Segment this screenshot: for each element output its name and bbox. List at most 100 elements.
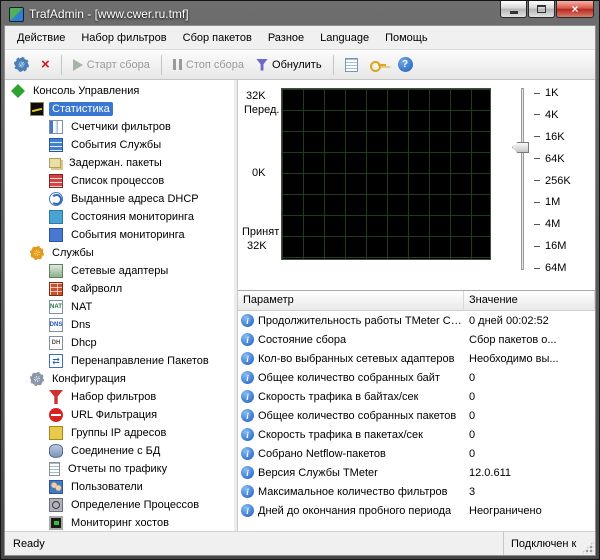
scale-label: 64M	[545, 262, 566, 274]
help-button[interactable]: ?	[393, 54, 418, 75]
table-row[interactable]: iОбщее количество собранных пакетов0	[238, 406, 595, 425]
table-row[interactable]: iСостояние сбораСбор пакетов о...	[238, 330, 595, 349]
param-text: Дней до окончания пробного периода	[258, 505, 451, 517]
info-icon: i	[241, 333, 254, 346]
tree-item-filter-set[interactable]: Набор фильтров	[5, 388, 234, 406]
upload-axis-label: Перед.	[244, 104, 280, 116]
rules-button[interactable]	[340, 55, 363, 75]
tree-item-services[interactable]: Службы	[5, 244, 234, 262]
param-cell: i Состояние сбора	[238, 333, 464, 346]
tree-item-packet-redirect[interactable]: Перенаправление Пакетов	[5, 352, 234, 370]
tree-item-network-adapters[interactable]: Сетевые адаптеры	[5, 262, 234, 280]
menu-item-2[interactable]: Сбор пакетов	[175, 28, 260, 48]
tree-item-users[interactable]: Пользователи	[5, 478, 234, 496]
process-list-icon	[49, 174, 63, 188]
param-text: Общее количество собранных байт	[258, 372, 440, 384]
users-icon	[49, 480, 63, 494]
tree-item-label: Перенаправление Пакетов	[68, 354, 212, 368]
table-row[interactable]: iКол-во выбранных сетевых адаптеровНеобх…	[238, 349, 595, 368]
packet-redirect-icon	[49, 354, 63, 368]
gear-icon	[14, 57, 29, 72]
edit-filters-button[interactable]	[9, 54, 34, 75]
info-icon: i	[241, 390, 254, 403]
window-title: TrafAdmin - [www.cwer.ru.tmf]	[29, 7, 189, 21]
scale-row-4M: 4M	[534, 218, 592, 230]
stop-capture-button[interactable]: Стоп сбора	[168, 56, 249, 74]
traffic-graph: 32K Перед. 0K Принят 32K 1K4K16K64K256K1…	[238, 80, 595, 290]
tree-item-traffic-reports[interactable]: Отчеты по трафику	[5, 460, 234, 478]
start-capture-button[interactable]: Старт сбора	[68, 56, 155, 74]
tree-item-statistics[interactable]: Статистика	[5, 100, 234, 118]
table-row[interactable]: iСобрано Netflow-пакетов0	[238, 444, 595, 463]
table-row[interactable]: iОбщее количество собранных байт0	[238, 368, 595, 387]
tree-item-label: Dns	[68, 318, 94, 332]
table-row[interactable]: iВерсия Службы TMeter12.0.611	[238, 463, 595, 482]
tree-item-process-detection[interactable]: Определение Процессов	[5, 496, 234, 514]
menu-item-0[interactable]: Действие	[9, 28, 73, 48]
start-capture-label: Старт сбора	[87, 59, 150, 71]
tree-item-firewall[interactable]: Файрволл	[5, 280, 234, 298]
tree-item-url-filtering[interactable]: URL Фильтрация	[5, 406, 234, 424]
table-row[interactable]: iДней до окончания пробного периодаНеогр…	[238, 501, 595, 520]
tree-item-label: Статистика	[49, 102, 113, 116]
tree-item-dns[interactable]: Dns	[5, 316, 234, 334]
tree-item-monitoring-states[interactable]: Состояния мониторинга	[5, 208, 234, 226]
close-icon: ×	[571, 2, 578, 16]
scale-slider-handle[interactable]	[512, 142, 529, 153]
tree-item-service-events[interactable]: События Службы	[5, 136, 234, 154]
menu-item-5[interactable]: Помощь	[377, 28, 436, 48]
delayed-packets-icon	[49, 158, 61, 168]
tree-item-filter-counters[interactable]: Счетчики фильтров	[5, 118, 234, 136]
tree-item-process-list[interactable]: Список процессов	[5, 172, 234, 190]
tree-item-ip-groups[interactable]: Группы IP адресов	[5, 424, 234, 442]
table-row[interactable]: iСкорость трафика в байтах/сек0	[238, 387, 595, 406]
column-header-value[interactable]: Значение	[464, 291, 595, 310]
table-row[interactable]: iМаксимальное количество фильтров3	[238, 482, 595, 501]
service-events-icon	[49, 138, 63, 152]
graph-plot	[281, 88, 491, 260]
table-row[interactable]: iПродолжительность работы TMeter Служ...…	[238, 311, 595, 330]
column-header-param[interactable]: Параметр	[238, 291, 464, 310]
tree-item-delayed-packets[interactable]: Задержан. пакеты	[5, 154, 234, 172]
tree-item-nat[interactable]: NAT	[5, 298, 234, 316]
reset-counters-button[interactable]: Обнулить	[251, 56, 327, 74]
table-row[interactable]: iСкорость трафика в пакетах/сек0	[238, 425, 595, 444]
dhcp-icon	[49, 336, 63, 350]
scale-label: 1K	[545, 87, 558, 99]
help-icon: ?	[398, 57, 413, 72]
tree-item-db-connection[interactable]: Соединение с БД	[5, 442, 234, 460]
tree-item-label: Счетчики фильтров	[68, 120, 174, 134]
tree-item-configuration[interactable]: Конфигурация	[5, 370, 234, 388]
delete-button[interactable]: ×	[36, 56, 55, 74]
tree-item-control-console[interactable]: Консоль Управления	[5, 82, 234, 100]
configuration-icon	[30, 372, 44, 386]
maximize-button[interactable]	[528, 1, 555, 18]
menu-item-1[interactable]: Набор фильтров	[73, 28, 174, 48]
dns-icon	[49, 318, 63, 332]
menu-item-4[interactable]: Language	[312, 28, 377, 48]
tree-item-label: Пользователи	[68, 480, 146, 494]
scale-tick	[534, 268, 540, 269]
minimize-button[interactable]	[500, 1, 527, 18]
tree-item-label: Конфигурация	[49, 372, 129, 386]
tree-item-label: События Службы	[68, 138, 164, 152]
tree-item-label: Набор фильтров	[68, 390, 159, 404]
param-text: Состояние сбора	[258, 334, 346, 346]
license-key-button[interactable]	[365, 57, 391, 73]
param-text: Версия Службы TMeter	[258, 467, 378, 479]
info-icon: i	[241, 428, 254, 441]
scale-label: 64K	[545, 153, 565, 165]
scale-slider-track[interactable]	[521, 88, 524, 270]
tree-item-dhcp[interactable]: Dhcp	[5, 334, 234, 352]
value-cell: 0	[464, 391, 595, 403]
tree-item-monitoring-events[interactable]: События мониторинга	[5, 226, 234, 244]
pause-icon	[173, 59, 182, 70]
tree-item-label: Службы	[49, 246, 97, 260]
menu-item-3[interactable]: Разное	[260, 28, 312, 48]
right-panel: 32K Перед. 0K Принят 32K 1K4K16K64K256K1…	[237, 80, 595, 531]
window-body: ДействиеНабор фильтровСбор пакетовРазное…	[4, 25, 596, 556]
filter-counters-icon	[49, 120, 63, 134]
tree-item-dhcp-addresses[interactable]: Выданные адреса DHCP	[5, 190, 234, 208]
tree-item-host-monitoring[interactable]: Мониторинг хостов	[5, 514, 234, 531]
close-button[interactable]: ×	[556, 1, 594, 18]
